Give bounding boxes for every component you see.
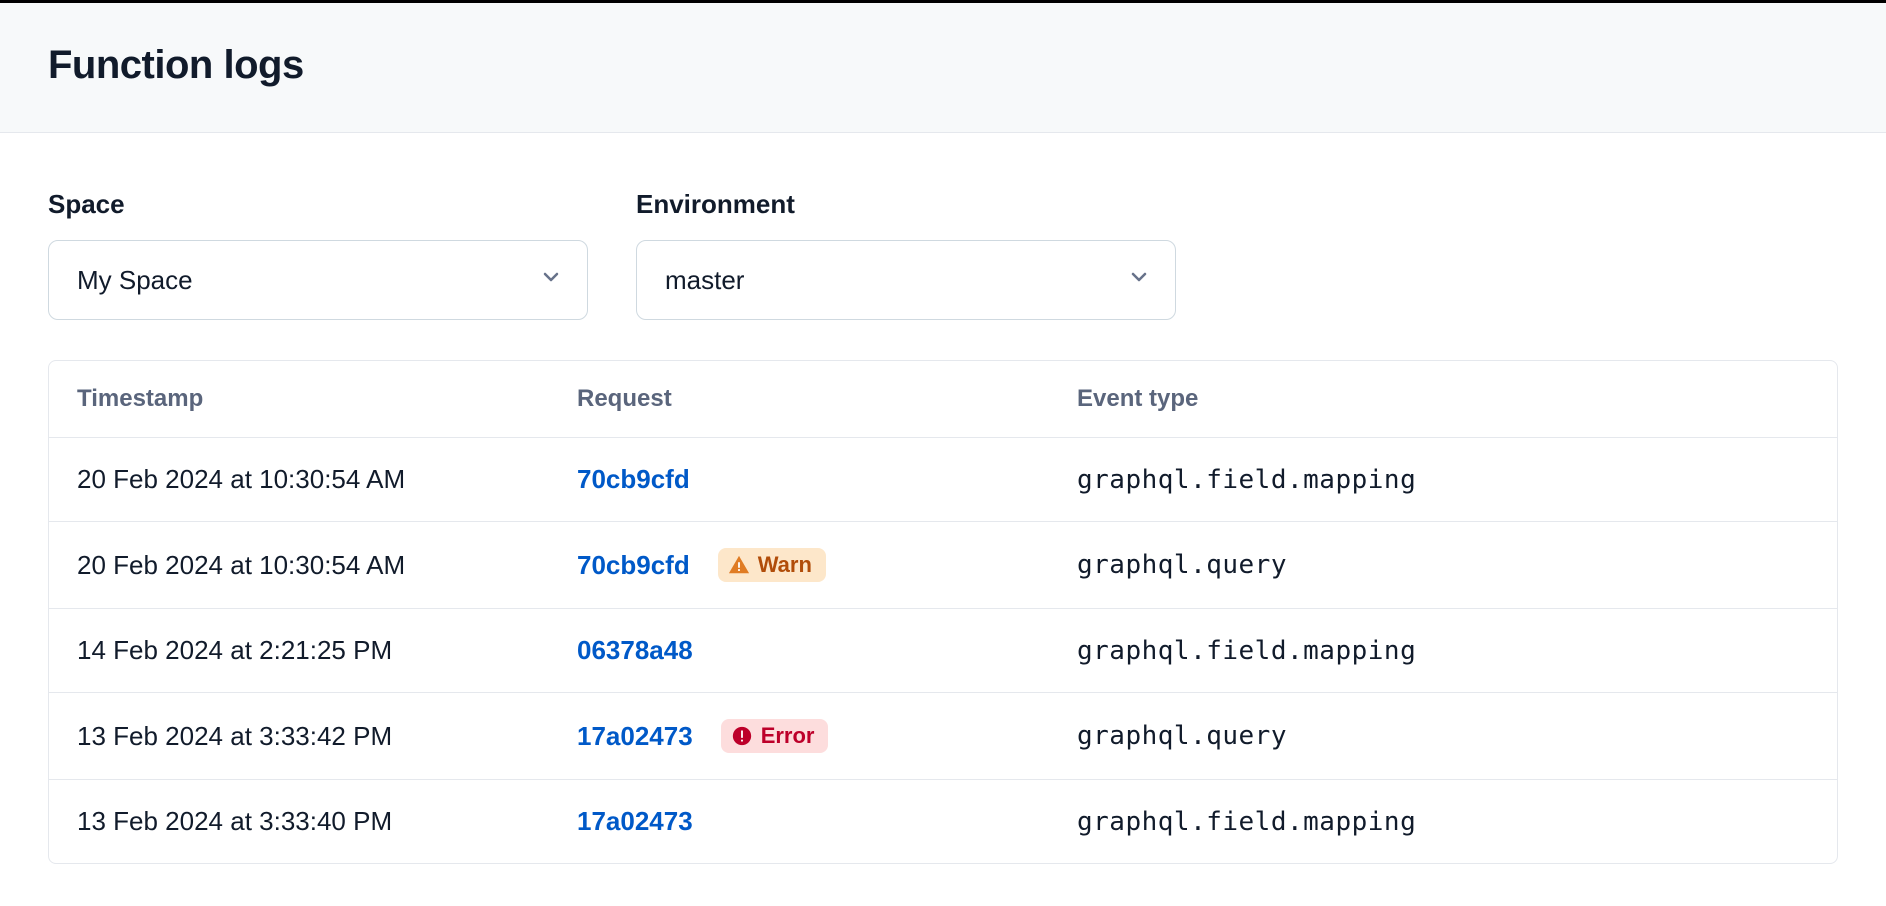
cell-timestamp: 20 Feb 2024 at 10:30:54 AM <box>77 550 577 581</box>
environment-select[interactable]: master <box>636 240 1176 320</box>
cell-event-type: graphql.query <box>1077 550 1809 580</box>
status-badge-error: Error <box>721 719 829 753</box>
page-header: Function logs <box>0 3 1886 133</box>
col-event-type: Event type <box>1077 385 1809 413</box>
table-row[interactable]: 20 Feb 2024 at 10:30:54 AM70cb9cfd graphq… <box>49 438 1837 522</box>
table-row[interactable]: 13 Feb 2024 at 3:33:42 PM17a02473 Error gr… <box>49 693 1837 780</box>
space-select[interactable]: My Space <box>48 240 588 320</box>
cell-event-type: graphql.field.mapping <box>1077 465 1809 495</box>
request-link[interactable]: 17a02473 <box>577 721 693 752</box>
filter-bar: Space My Space Environment master <box>0 133 1886 360</box>
table-row[interactable]: 14 Feb 2024 at 2:21:25 PM06378a48 graphql… <box>49 609 1837 693</box>
col-timestamp: Timestamp <box>77 385 577 413</box>
badge-label: Warn <box>758 552 812 578</box>
request-link[interactable]: 70cb9cfd <box>577 550 690 581</box>
cell-request: 06378a48 <box>577 635 1077 666</box>
page-title: Function logs <box>48 43 1838 88</box>
chevron-down-icon <box>1127 265 1151 296</box>
cell-event-type: graphql.field.mapping <box>1077 636 1809 666</box>
col-request: Request <box>577 385 1077 413</box>
table-header-row: Timestamp Request Event type <box>49 361 1837 438</box>
table-row[interactable]: 13 Feb 2024 at 3:33:40 PM17a02473 graphql… <box>49 780 1837 863</box>
badge-label: Error <box>761 723 815 749</box>
filter-environment-label: Environment <box>636 189 1176 220</box>
table-row[interactable]: 20 Feb 2024 at 10:30:54 AM70cb9cfd Warn gr… <box>49 522 1837 609</box>
status-badge-warn: Warn <box>718 548 826 582</box>
cell-request: 70cb9cfd <box>577 464 1077 495</box>
request-link[interactable]: 70cb9cfd <box>577 464 690 495</box>
cell-request: 17a02473 Error <box>577 719 1077 753</box>
warning-icon <box>728 554 750 576</box>
cell-event-type: graphql.query <box>1077 721 1809 751</box>
cell-event-type: graphql.field.mapping <box>1077 807 1809 837</box>
cell-timestamp: 20 Feb 2024 at 10:30:54 AM <box>77 464 577 495</box>
cell-request: 70cb9cfd Warn <box>577 548 1077 582</box>
error-icon <box>731 725 753 747</box>
cell-request: 17a02473 <box>577 806 1077 837</box>
cell-timestamp: 13 Feb 2024 at 3:33:40 PM <box>77 806 577 837</box>
filter-environment: Environment master <box>636 189 1176 320</box>
cell-timestamp: 13 Feb 2024 at 3:33:42 PM <box>77 721 577 752</box>
filter-space-label: Space <box>48 189 588 220</box>
space-select-value: My Space <box>77 265 193 296</box>
cell-timestamp: 14 Feb 2024 at 2:21:25 PM <box>77 635 577 666</box>
chevron-down-icon <box>539 265 563 296</box>
logs-table: Timestamp Request Event type 20 Feb 2024… <box>48 360 1838 864</box>
filter-space: Space My Space <box>48 189 588 320</box>
request-link[interactable]: 06378a48 <box>577 635 693 666</box>
request-link[interactable]: 17a02473 <box>577 806 693 837</box>
environment-select-value: master <box>665 265 744 296</box>
